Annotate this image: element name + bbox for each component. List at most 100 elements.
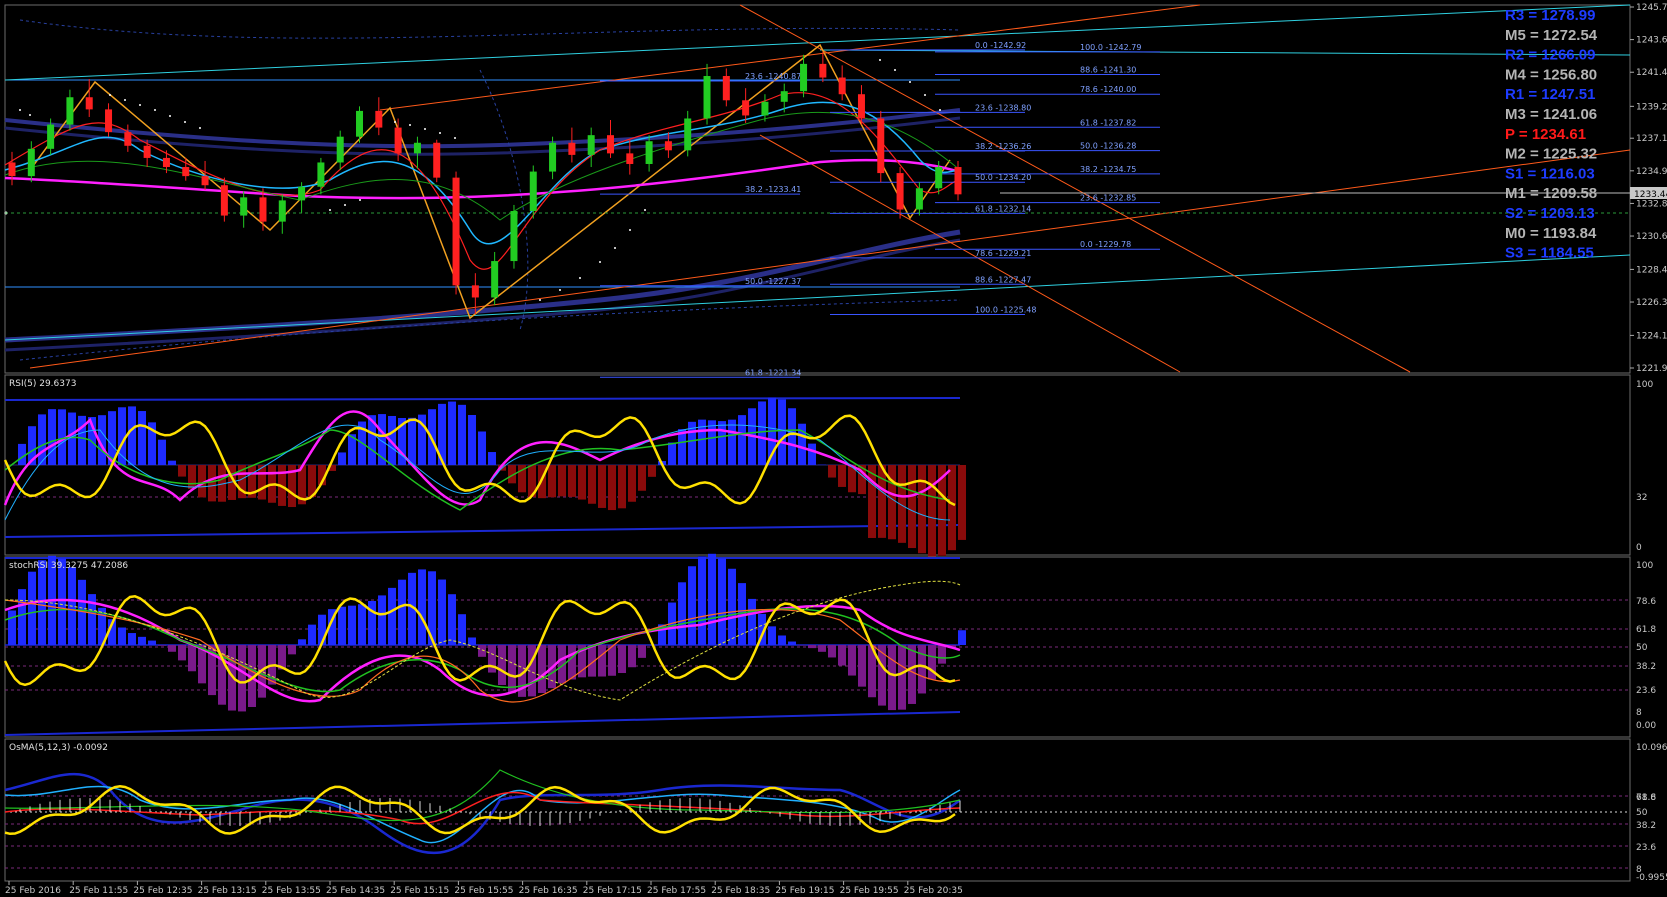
pivot-label: M1 = 1209.58 <box>1505 185 1597 202</box>
pivot-label: S2 = 1203.13 <box>1505 205 1595 222</box>
stoch-hist-bar <box>128 633 136 645</box>
candle-body <box>684 118 692 151</box>
fib-label: 23.6 -1238.80 <box>975 103 1031 112</box>
time-tick-label: 25 Feb 15:55 <box>454 886 513 896</box>
fib-label: 61.8 -1221.34 <box>745 368 801 377</box>
rsi-hist-bar <box>468 414 476 465</box>
trading-chart[interactable]: 0.0 -1242.92 100.0 -1242.79 88.6 -1241.30 2… <box>0 0 1667 897</box>
candle-body <box>413 142 421 154</box>
candle-body <box>664 141 672 151</box>
rsi-hist-bar <box>208 465 216 502</box>
candle-body <box>162 157 170 168</box>
fib-label: 38.2 -1234.75 <box>1080 165 1136 174</box>
candle-body <box>491 261 499 298</box>
time-tick-label: 25 Feb 20:35 <box>904 886 963 896</box>
fib-label: 78.6 -1229.21 <box>975 249 1031 258</box>
rsi-hist-bar <box>958 465 966 540</box>
stoch-hist-bar <box>418 569 426 645</box>
rsi-hist-bar <box>588 465 596 504</box>
price-tick-label: 1245.75 <box>1636 3 1667 13</box>
stoch-hist-bar <box>628 645 636 668</box>
candle-body <box>626 153 634 164</box>
pivot-label: S1 = 1216.03 <box>1505 165 1595 182</box>
price-tick-label: 1237.10 <box>1636 134 1667 144</box>
candle-body <box>780 91 788 102</box>
candle-body <box>66 97 74 125</box>
stoch-hist-bar <box>8 610 16 645</box>
rsi-axis-label: 32 <box>1636 493 1647 503</box>
rsi-hist-bar <box>408 417 416 465</box>
stoch-hist-bar <box>598 645 606 677</box>
stoch-hist-bar <box>818 645 826 652</box>
osma-label: OsMA(5,12,3) -0.0092 <box>9 743 108 753</box>
rsi-hist-bar <box>738 415 746 465</box>
candle-body <box>549 142 557 172</box>
pivot-label: P = 1234.61 <box>1505 126 1586 143</box>
candle-body <box>742 100 750 116</box>
candle-body <box>587 135 595 155</box>
candle-body <box>529 171 537 212</box>
fib-label: 50.0 -1227.37 <box>745 277 801 286</box>
pivot-legend: R3 = 1278.99 M5 = 1272.54 R2 = 1266.09 M4 =… <box>1505 7 1598 262</box>
candle-body <box>259 197 267 222</box>
candle-body <box>954 167 962 195</box>
stoch-hist-bar <box>118 627 126 645</box>
rsi-hist-bar <box>488 452 496 465</box>
stoch-hist-bar <box>838 645 846 666</box>
stoch-panel: stochRSI 39.3275 47.2086 <box>3 553 1630 736</box>
fib-label: 50.0 -1236.28 <box>1080 142 1136 151</box>
rsi-hist-bar <box>638 465 646 491</box>
price-tick-label: 1221.95 <box>1636 364 1667 374</box>
pivot-label: R1 = 1247.51 <box>1505 86 1596 103</box>
rsi-hist-bar <box>878 465 886 538</box>
rsi-hist-bar <box>178 465 186 477</box>
rsi-hist-bar <box>828 465 836 478</box>
candle-body <box>47 124 55 149</box>
price-tick-label: 1243.60 <box>1636 36 1667 46</box>
rsi-hist-bar <box>918 465 926 554</box>
candle-body <box>915 188 923 210</box>
osma-panel: OsMA(5,12,3) -0.0092 <box>4 743 1630 869</box>
current-price-label: 1233.44 <box>1634 190 1667 200</box>
time-tick-label: 25 Feb 13:15 <box>198 886 257 896</box>
osma-axis-label: -0.9955 <box>1636 873 1667 883</box>
rsi-hist-bar <box>778 399 786 465</box>
candle-body <box>896 173 904 210</box>
rsi-hist-bar <box>548 465 556 498</box>
price-tick-label: 1241.45 <box>1636 68 1667 78</box>
rsi-hist-bar <box>928 465 936 557</box>
time-tick-label: 25 Feb 17:55 <box>647 886 706 896</box>
stoch-hist-bar <box>158 645 166 646</box>
time-tick-label: 25 Feb 13:55 <box>262 886 321 896</box>
osma-axis-label: 23.6 <box>1636 843 1656 853</box>
stoch-hist-bar <box>918 645 926 694</box>
rsi-hist-bar <box>808 443 816 465</box>
rsi-hist-bar <box>628 465 636 502</box>
rsi-axis-label: 100 <box>1636 380 1653 390</box>
rsi-hist-bar <box>48 409 56 465</box>
rsi-hist-bar <box>128 406 136 465</box>
stoch-hist-bar <box>678 582 686 645</box>
fib-label: 23.6 -1240.87 <box>745 72 801 81</box>
stoch-hist-bar <box>638 645 646 658</box>
fib-label: 50.0 -1234.20 <box>975 173 1031 182</box>
fib-label: 38.2 -1233.41 <box>745 185 801 194</box>
pivot-label: R3 = 1278.99 <box>1505 7 1596 24</box>
candle-body <box>105 109 113 133</box>
price-tick-label: 1230.65 <box>1636 232 1667 242</box>
candle-body <box>877 118 885 174</box>
time-tick-label: 25 Feb 15:15 <box>390 886 449 896</box>
stoch-hist-bar <box>478 645 486 657</box>
rsi-hist-bar <box>478 431 486 465</box>
rsi-hist-bar <box>168 460 176 465</box>
rsi-hist-bar <box>158 439 166 465</box>
indicator-axes: 10032010078.661.85038.223.680.0010.09697… <box>1636 380 1667 883</box>
osma-axis-label: 61.8 <box>1636 793 1656 803</box>
rsi-hist-bar <box>668 442 676 465</box>
candle-body <box>182 167 190 177</box>
stoch-hist-bar <box>138 636 146 645</box>
stoch-hist-bar <box>708 553 716 645</box>
rsi-hist-bar <box>338 452 346 465</box>
stoch-label: stochRSI 39.3275 47.2086 <box>9 561 128 571</box>
time-tick-label: 25 Feb 12:35 <box>133 886 192 896</box>
